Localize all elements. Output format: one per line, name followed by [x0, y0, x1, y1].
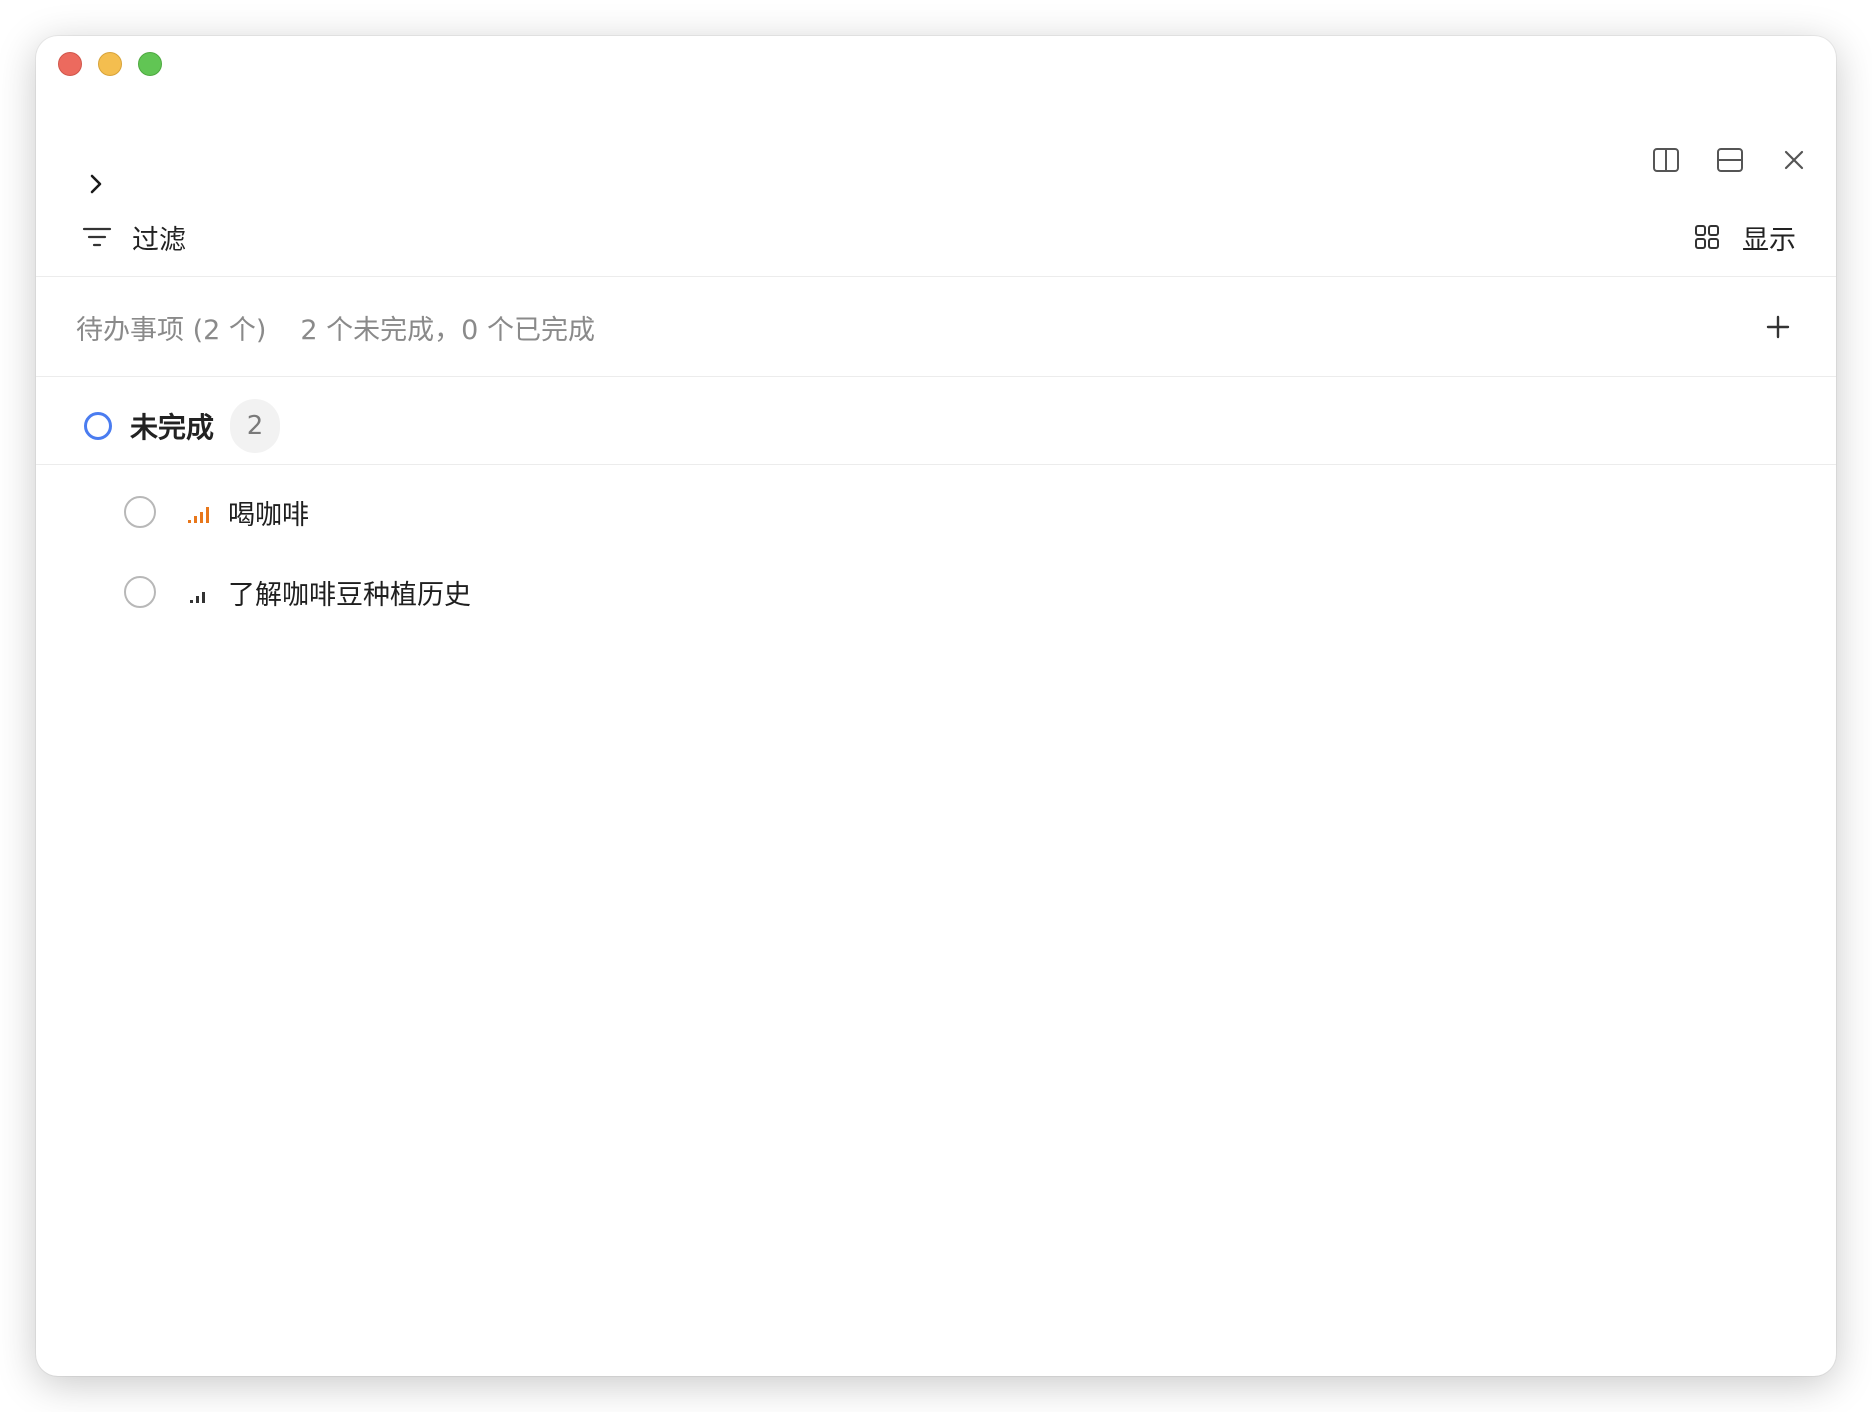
- display-label: 显示: [1742, 224, 1796, 256]
- group-divider: [36, 464, 1836, 465]
- group-count-badge: 2: [230, 399, 281, 453]
- toolbar: 过滤 显示: [36, 212, 1836, 262]
- window-minimize-button[interactable]: [98, 52, 122, 76]
- task-title[interactable]: 了解咖啡豆种植历史: [228, 573, 471, 612]
- task-checkbox[interactable]: [124, 576, 156, 608]
- split-vertical-icon: [1653, 148, 1679, 172]
- task-checkbox[interactable]: [124, 496, 156, 528]
- panel-controls: [1648, 142, 1812, 178]
- window-close-button[interactable]: [58, 52, 82, 76]
- chevron-right-icon: [90, 174, 102, 194]
- close-icon: [1784, 150, 1804, 170]
- split-horizontal-button[interactable]: [1712, 142, 1748, 178]
- priority-medium-icon: [186, 500, 214, 524]
- toolbar-divider: [36, 276, 1836, 277]
- display-button[interactable]: 显示: [1694, 212, 1796, 262]
- expand-button[interactable]: [80, 168, 112, 200]
- filter-label: 过滤: [132, 224, 186, 256]
- task-title[interactable]: 喝咖啡: [228, 493, 309, 532]
- filter-button[interactable]: 过滤: [82, 212, 186, 262]
- status-incomplete-icon: [84, 412, 112, 440]
- summary-divider: [36, 376, 1836, 377]
- split-vertical-button[interactable]: [1648, 142, 1684, 178]
- split-horizontal-icon: [1717, 148, 1743, 172]
- window-controls: [58, 52, 162, 76]
- window-zoom-button[interactable]: [138, 52, 162, 76]
- close-panel-button[interactable]: [1776, 142, 1812, 178]
- plus-icon: [1766, 315, 1790, 339]
- grid-icon: [1695, 225, 1719, 249]
- app-window: 过滤 显示 待办事项 (2 个) 2 个未完成，0 个已完成 未完成 2 喝咖啡…: [36, 36, 1836, 1376]
- task-row[interactable]: 喝咖啡: [124, 482, 1796, 542]
- summary-bar: 待办事项 (2 个) 2 个未完成，0 个已完成: [76, 278, 1796, 376]
- priority-low-icon: [186, 580, 214, 604]
- group-label: 未完成: [130, 411, 215, 444]
- filter-icon: [82, 227, 112, 247]
- add-task-button[interactable]: [1760, 309, 1796, 345]
- list-stats: 2 个未完成，0 个已完成: [300, 314, 595, 346]
- group-header-incomplete[interactable]: 未完成 2: [84, 384, 1836, 468]
- list-title: 待办事项 (2 个): [76, 314, 267, 346]
- task-row[interactable]: 了解咖啡豆种植历史: [124, 562, 1796, 622]
